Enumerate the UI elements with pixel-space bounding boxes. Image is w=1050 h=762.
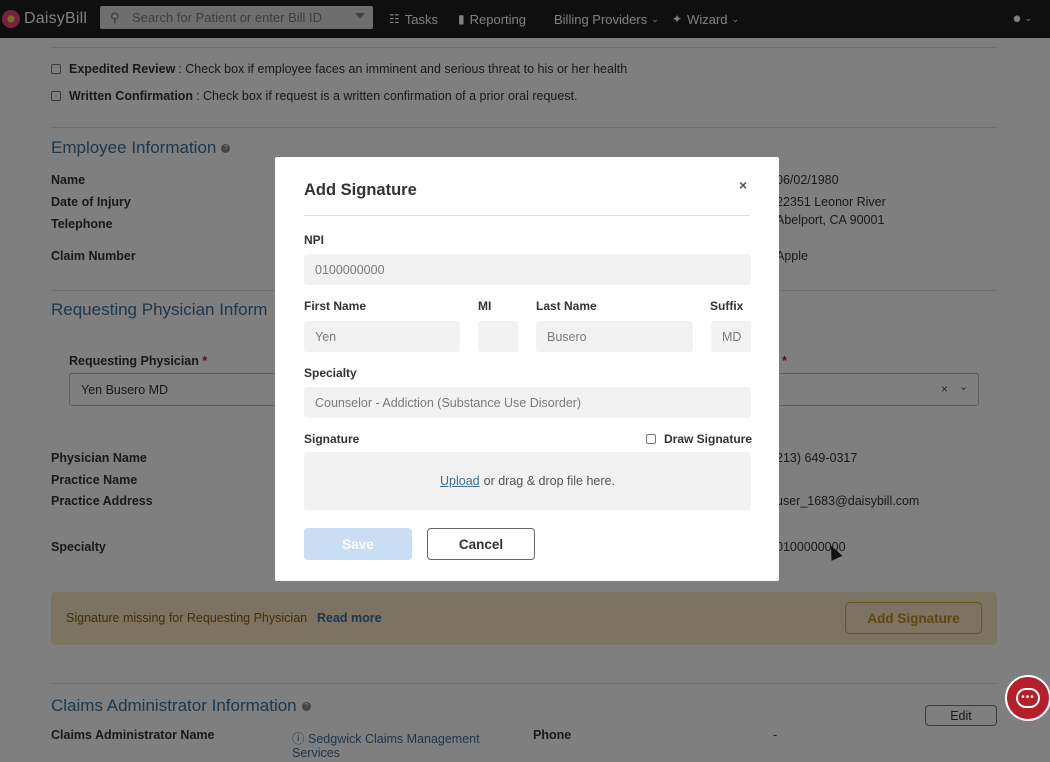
chat-bubble-button[interactable]: •••	[1005, 675, 1050, 721]
last-name-label: Last Name	[536, 299, 597, 313]
cancel-button[interactable]: Cancel	[427, 528, 535, 560]
first-name-input[interactable]	[304, 321, 460, 352]
save-button[interactable]: Save	[304, 528, 412, 560]
draw-signature-toggle[interactable]: Draw Signature	[646, 432, 752, 446]
dropzone-text: or drag & drop file here.	[483, 474, 615, 488]
specialty-input[interactable]	[304, 387, 751, 418]
signature-label: Signature	[304, 432, 360, 446]
npi-label: NPI	[304, 233, 325, 247]
suffix-label: Suffix	[710, 299, 744, 313]
modal-divider	[304, 215, 750, 216]
upload-link[interactable]: Upload	[440, 474, 480, 488]
mi-label: MI	[478, 299, 492, 313]
chat-icon: •••	[1016, 688, 1040, 708]
first-name-label: First Name	[304, 299, 367, 313]
signature-dropzone[interactable]: Upload or drag & drop file here.	[304, 452, 751, 510]
suffix-input[interactable]	[711, 321, 751, 352]
npi-input[interactable]	[304, 254, 751, 285]
mi-input[interactable]	[478, 321, 518, 352]
specialty-label: Specialty	[304, 366, 357, 380]
add-signature-modal: Add Signature × NPI First Name MI Last N…	[275, 157, 779, 581]
close-icon[interactable]: ×	[739, 177, 747, 193]
last-name-input[interactable]	[536, 321, 693, 352]
modal-title: Add Signature	[304, 181, 417, 199]
draw-signature-label: Draw Signature	[664, 432, 753, 446]
draw-signature-checkbox[interactable]	[646, 434, 656, 444]
